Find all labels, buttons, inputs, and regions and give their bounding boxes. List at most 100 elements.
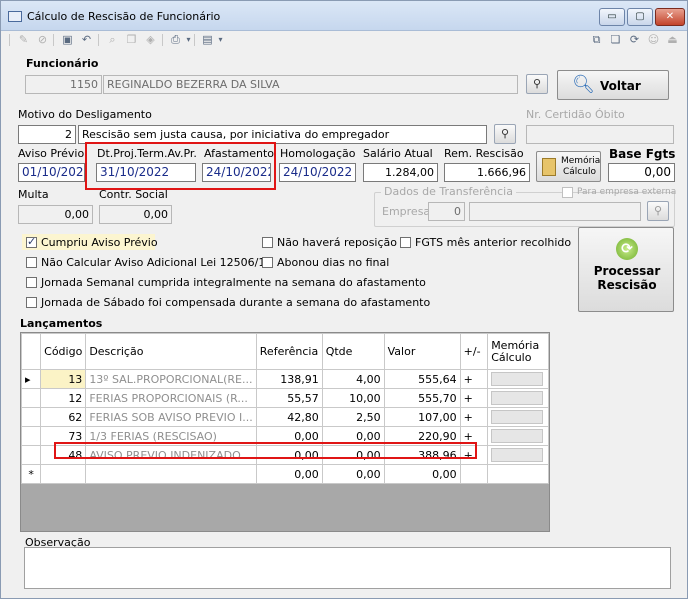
memoria-cell-button[interactable] [491, 410, 544, 424]
voltar-button[interactable]: 🔍︎ Voltar [557, 70, 669, 100]
memoria-cell-button[interactable] [491, 372, 544, 386]
jornada-semanal-checkbox[interactable] [26, 277, 37, 288]
qtde-cell[interactable]: 4,00 [321, 369, 385, 389]
save-icon[interactable]: ▣ [61, 33, 74, 46]
nao-calcular-aviso-checkbox[interactable] [26, 257, 37, 268]
fgts-mes-anterior-checkbox[interactable] [400, 237, 411, 248]
memoria-cell-button[interactable] [491, 429, 544, 443]
memoria-cell[interactable] [487, 407, 549, 427]
descricao-cell[interactable]: 13º SAL.PROPORCIONAL(RE... [85, 369, 257, 389]
col-header-referencia[interactable]: Referência [255, 333, 323, 370]
empresa-name-field[interactable] [469, 202, 641, 221]
memoria-cell[interactable] [487, 464, 549, 484]
row-marker[interactable]: * [20, 464, 42, 484]
qtde-cell[interactable]: 2,50 [321, 407, 385, 427]
memoria-cell[interactable] [487, 445, 549, 465]
user-icon[interactable]: ☺ [647, 33, 660, 46]
multa-field[interactable]: 0,00 [18, 205, 93, 224]
grid-header-row: Código Descrição Referência Qtde Valor +… [20, 333, 549, 370]
processar-rescisao-button[interactable]: ⟳ Processar Rescisão [578, 227, 674, 312]
windows-icon[interactable]: ❏ [609, 33, 622, 46]
codigo-cell[interactable]: 12 [40, 388, 87, 408]
memoria-cell-button[interactable] [491, 391, 544, 405]
report-dropdown-icon[interactable]: ▾ [214, 33, 227, 46]
funcionario-code-field[interactable]: 1150 [25, 75, 102, 94]
table-row[interactable]: ▸ 13 13º SAL.PROPORCIONAL(RE... 138,91 4… [20, 369, 549, 389]
lancamentos-grid[interactable]: Código Descrição Referência Qtde Valor +… [20, 332, 550, 532]
row-marker[interactable]: ▸ [20, 369, 42, 389]
homologacao-field[interactable]: 24/10/2022 [279, 163, 356, 182]
print-icon[interactable]: ⎙ [169, 33, 182, 46]
descricao-cell[interactable]: FERIAS PROPORCIONAIS (R... [85, 388, 257, 408]
cancel-icon[interactable]: ⊘ [36, 33, 49, 46]
eraser-icon[interactable]: ◈ [144, 33, 157, 46]
cumpriu-aviso-checkbox[interactable] [26, 235, 37, 248]
refresh-icon[interactable]: ⟳ [628, 33, 641, 46]
search-icon[interactable]: ⌕ [106, 33, 119, 46]
certidao-field[interactable] [526, 125, 674, 144]
contr-social-field[interactable]: 0,00 [99, 205, 172, 224]
memoria-cell[interactable] [487, 426, 549, 446]
report-icon[interactable]: ▤ [201, 33, 214, 46]
nao-havera-reposicao-checkbox[interactable] [262, 237, 273, 248]
sinal-cell[interactable] [459, 464, 489, 484]
edit-icon[interactable]: ✎ [17, 33, 30, 46]
table-row[interactable]: 62 FERIAS SOB AVISO PREVIO I... 42,80 2,… [20, 407, 549, 427]
col-header-qtde[interactable]: Qtde [321, 333, 385, 370]
col-header-memoria[interactable]: Memória Cálculo [487, 333, 549, 370]
sinal-cell[interactable]: + [459, 388, 489, 408]
valor-cell[interactable]: 555,64 [383, 369, 461, 389]
col-header-descricao[interactable]: Descrição [85, 333, 257, 370]
descricao-cell[interactable]: FERIAS SOB AVISO PREVIO I... [85, 407, 257, 427]
base-fgts-field[interactable]: 0,00 [608, 163, 675, 182]
salario-field[interactable]: 1.284,00 [363, 163, 438, 182]
memoria-calculo-button[interactable]: Memória Cálculo [536, 151, 601, 182]
codigo-cell[interactable] [40, 464, 87, 484]
rem-rescisao-field[interactable]: 1.666,96 [444, 163, 530, 182]
jornada-sabado-checkbox[interactable] [26, 297, 37, 308]
memoria-cell-button[interactable] [491, 448, 544, 462]
sinal-cell[interactable]: + [459, 407, 489, 427]
row-marker[interactable] [20, 445, 42, 465]
referencia-cell[interactable]: 55,57 [255, 388, 323, 408]
memoria-cell[interactable] [487, 388, 549, 408]
referencia-cell[interactable]: 42,80 [255, 407, 323, 427]
copy-icon[interactable]: ❐ [125, 33, 138, 46]
col-header-valor[interactable]: Valor [383, 333, 461, 370]
aviso-previo-field[interactable]: 01/10/2022 [18, 163, 85, 182]
valor-cell[interactable]: 0,00 [383, 464, 461, 484]
new-row[interactable]: * 0,00 0,00 0,00 [20, 464, 549, 484]
empresa-lookup-button[interactable]: ⚲ [647, 201, 669, 221]
motivo-lookup-button[interactable]: ⚲ [494, 124, 516, 144]
empresa-code-field[interactable]: 0 [428, 202, 465, 221]
row-marker[interactable] [20, 388, 42, 408]
row-marker[interactable] [20, 407, 42, 427]
minimize-button[interactable]: ▭ [599, 8, 625, 26]
valor-cell[interactable]: 555,70 [383, 388, 461, 408]
close-button[interactable]: ✕ [655, 8, 685, 26]
valor-cell[interactable]: 107,00 [383, 407, 461, 427]
table-row[interactable]: 12 FERIAS PROPORCIONAIS (R... 55,57 10,0… [20, 388, 549, 408]
col-header-codigo[interactable]: Código [40, 333, 87, 370]
referencia-cell[interactable]: 138,91 [255, 369, 323, 389]
maximize-button[interactable]: ▢ [627, 8, 653, 26]
funcionario-lookup-button[interactable]: ⚲ [526, 74, 548, 94]
funcionario-name-field[interactable]: REGINALDO BEZERRA DA SILVA [103, 75, 518, 94]
row-marker[interactable] [20, 426, 42, 446]
codigo-cell[interactable]: 62 [40, 407, 87, 427]
sinal-cell[interactable]: + [459, 369, 489, 389]
empresa-externa-checkbox[interactable] [562, 187, 573, 198]
descricao-cell[interactable] [85, 464, 257, 484]
qtde-cell[interactable]: 10,00 [321, 388, 385, 408]
abonou-dias-checkbox[interactable] [262, 257, 273, 268]
motivo-code-field[interactable]: 2 [18, 125, 76, 144]
col-header-sinal[interactable]: +/- [459, 333, 489, 370]
qtde-cell[interactable]: 0,00 [321, 464, 385, 484]
observacao-field[interactable] [24, 547, 671, 589]
exit-icon[interactable]: ⏏ [666, 33, 679, 46]
referencia-cell[interactable]: 0,00 [255, 464, 323, 484]
codigo-cell[interactable]: 13 [40, 369, 87, 389]
memoria-cell[interactable] [487, 369, 549, 389]
undo-icon[interactable]: ↶ [80, 33, 93, 46]
network-icon[interactable]: ⧉ [590, 33, 603, 46]
